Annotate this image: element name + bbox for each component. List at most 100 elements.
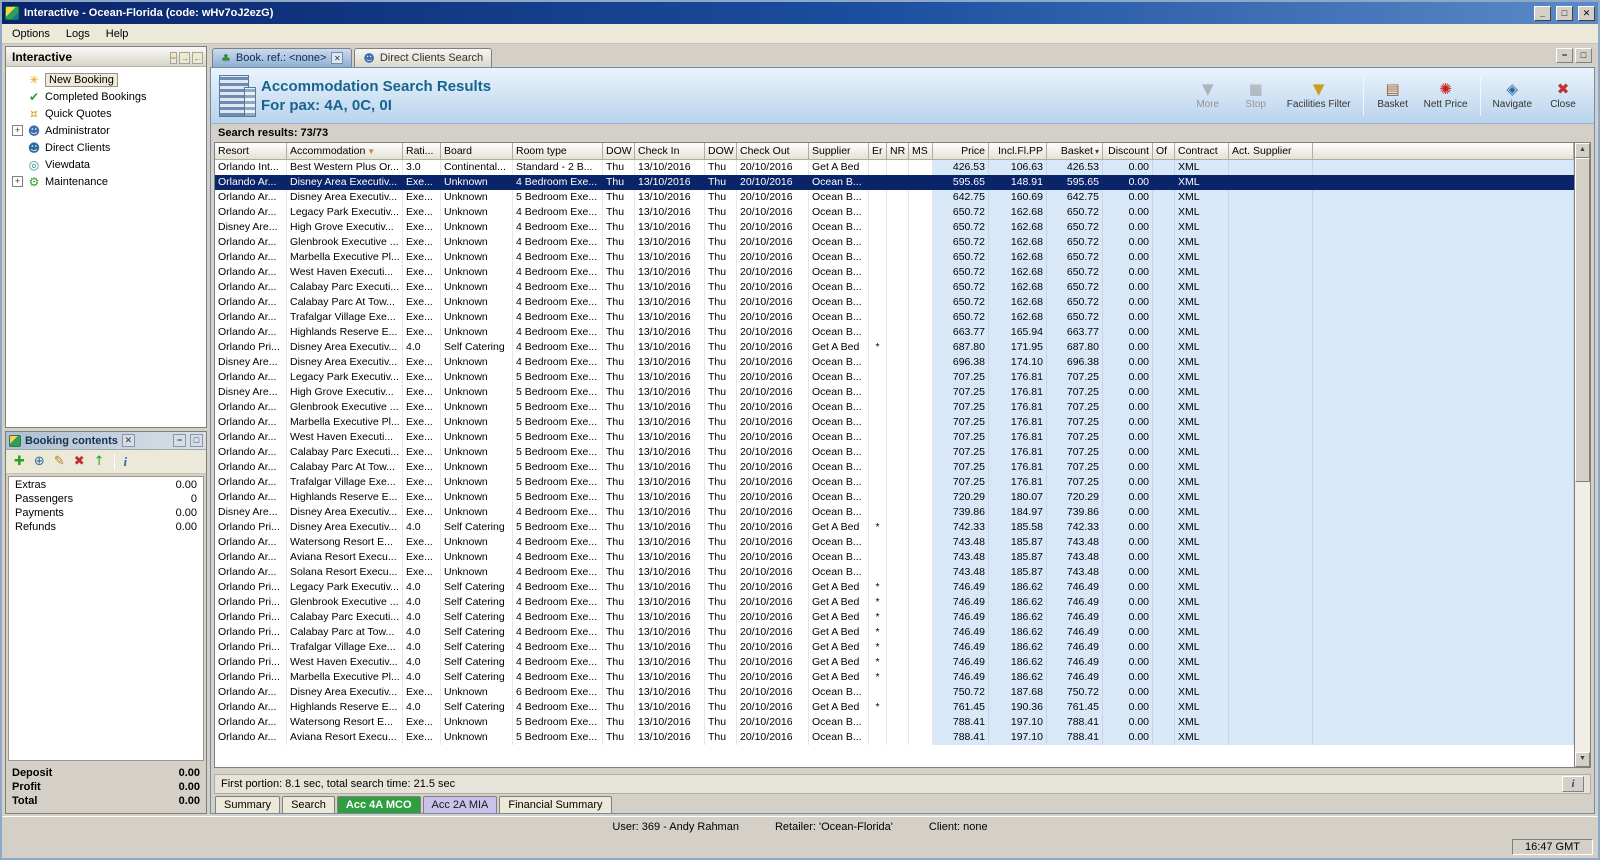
sidebar-item-quick-quotes[interactable]: ¤ Quick Quotes (8, 105, 204, 122)
tab-financial-summary[interactable]: Financial Summary (499, 796, 612, 813)
column-header-act-supplier[interactable]: Act. Supplier (1229, 143, 1313, 160)
dock-left-button[interactable]: ← (192, 51, 203, 64)
table-row[interactable]: Orlando Ar... Aviana Resort Execu... Exe..… (215, 730, 1574, 745)
table-row[interactable]: Orlando Pri... Glenbrook Executive ... 4.0… (215, 595, 1574, 610)
menu-options[interactable]: Options (4, 26, 58, 42)
column-header-incl-fl-pp[interactable]: Incl.Fl.PP (989, 143, 1047, 160)
table-row[interactable]: Orlando Ar... Glenbrook Executive ... Exe.… (215, 400, 1574, 415)
column-header-price[interactable]: Price (933, 143, 989, 160)
sidebar-item-administrator[interactable]: + ☻ Administrator (8, 122, 204, 139)
sidebar-item-direct-clients[interactable]: ☻ Direct Clients (8, 139, 204, 156)
booking-content-row[interactable]: Passengers 0 (9, 492, 203, 506)
tab-direct-clients-search[interactable]: ☻ Direct Clients Search (354, 48, 493, 67)
sidebar-item-completed-bookings[interactable]: ✔ Completed Bookings (8, 88, 204, 105)
navigate-button[interactable]: ◈ Navigate (1487, 73, 1538, 119)
table-row[interactable]: Orlando Int... Best Western Plus Or... 3.0… (215, 160, 1574, 175)
table-row[interactable]: Orlando Pri... Disney Area Executiv... 4.0… (215, 340, 1574, 355)
tab-summary[interactable]: Summary (215, 796, 281, 813)
scrollbar-track[interactable] (1575, 482, 1590, 752)
table-row[interactable]: Orlando Ar... Watersong Resort E... Exe...… (215, 535, 1574, 550)
table-row[interactable]: Orlando Ar... Calabay Parc At Tow... Exe..… (215, 460, 1574, 475)
table-row[interactable]: Orlando Ar... Calabay Parc At Tow... Exe..… (215, 295, 1574, 310)
table-row[interactable]: Disney Are... Disney Area Executiv... Exe.… (215, 505, 1574, 520)
menu-logs[interactable]: Logs (58, 26, 98, 42)
column-header-ms[interactable]: MS (909, 143, 933, 160)
scrollbar-thumb[interactable] (1575, 158, 1590, 483)
maximize-booking-contents-button[interactable]: □ (190, 434, 203, 447)
menu-help[interactable]: Help (98, 26, 137, 42)
table-row[interactable]: Disney Are... Disney Area Executiv... Exe.… (215, 355, 1574, 370)
table-row[interactable]: Orlando Ar... Legacy Park Executiv... Exe.… (215, 205, 1574, 220)
upgrade-icon[interactable]: ↑ (94, 453, 105, 471)
delete-icon[interactable]: ✖ (74, 453, 85, 471)
table-row[interactable]: Orlando Pri... Calabay Parc at Tow... 4.0 S… (215, 625, 1574, 640)
column-header-of[interactable]: Of (1153, 143, 1175, 160)
sidebar-item-maintenance[interactable]: + ⚙ Maintenance (8, 173, 204, 190)
restore-panel-button[interactable]: □ (1575, 48, 1592, 63)
scroll-up-icon[interactable]: ▲ (1575, 143, 1590, 158)
column-header-contract[interactable]: Contract (1175, 143, 1229, 160)
info-button[interactable]: i (1562, 776, 1584, 792)
table-row[interactable]: Orlando Ar... Trafalgar Village Exe... Exe… (215, 475, 1574, 490)
vertical-scrollbar[interactable]: ▲ ▼ (1574, 143, 1590, 767)
table-row[interactable]: Orlando Ar... Disney Area Executiv... Exe.… (215, 175, 1574, 190)
table-row[interactable]: Orlando Ar... Marbella Executive Pl... Exe… (215, 250, 1574, 265)
table-row[interactable]: Orlando Pri... Calabay Parc Executi... 4.0… (215, 610, 1574, 625)
sidebar-item-viewdata[interactable]: ◎ Viewdata (8, 156, 204, 173)
minimize-booking-contents-button[interactable]: − (173, 434, 186, 447)
nett-price-button[interactable]: ✺ Nett Price (1418, 73, 1474, 119)
booking-content-row[interactable]: Extras 0.00 (9, 478, 203, 492)
table-row[interactable]: Orlando Ar... Watersong Resort E... Exe...… (215, 715, 1574, 730)
close-booking-contents-icon[interactable]: ✕ (121, 434, 135, 447)
column-header-board[interactable]: Board (441, 143, 513, 160)
column-header-check-in[interactable]: Check In (635, 143, 705, 160)
edit-icon[interactable]: ✎ (54, 453, 65, 471)
table-row[interactable]: Orlando Ar... Highlands Reserve E... Exe..… (215, 490, 1574, 505)
table-row[interactable]: Orlando Ar... Legacy Park Executiv... Exe.… (215, 370, 1574, 385)
table-row[interactable]: Disney Are... High Grove Executiv... Exe..… (215, 220, 1574, 235)
scroll-down-icon[interactable]: ▼ (1575, 752, 1590, 767)
column-header-room-type[interactable]: Room type (513, 143, 603, 160)
dock-right-button[interactable]: → (179, 51, 190, 64)
column-header-accommodation[interactable]: Accommodation ▼ (287, 143, 403, 160)
table-row[interactable]: Orlando Ar... Trafalgar Village Exe... Exe… (215, 310, 1574, 325)
basket-button[interactable]: ▤ Basket (1370, 73, 1416, 119)
booking-content-row[interactable]: Refunds 0.00 (9, 520, 203, 534)
table-row[interactable]: Orlando Pri... West Haven Executiv... 4.0 S… (215, 655, 1574, 670)
facilities-filter-button[interactable]: ▼ Facilities Filter (1281, 73, 1357, 119)
close-window-button[interactable]: ✕ (1578, 5, 1595, 21)
table-row[interactable]: Orlando Ar... Highlands Reserve E... 4.0 Se… (215, 700, 1574, 715)
table-row[interactable]: Orlando Ar... Aviana Resort Execu... Exe..… (215, 550, 1574, 565)
column-header-rati[interactable]: Rati... (403, 143, 441, 160)
column-header-check-out[interactable]: Check Out (737, 143, 809, 160)
table-row[interactable]: Orlando Ar... Highlands Reserve E... Exe..… (215, 325, 1574, 340)
expand-icon[interactable]: + (12, 125, 23, 136)
table-row[interactable]: Orlando Ar... West Haven Executi... Exe...… (215, 265, 1574, 280)
sidebar-item-new-booking[interactable]: ✳ New Booking (8, 71, 204, 88)
booking-content-row[interactable]: Payments 0.00 (9, 506, 203, 520)
table-row[interactable]: Orlando Ar... Disney Area Executiv... Exe.… (215, 685, 1574, 700)
tab-book-ref-none[interactable]: ♣ Book. ref.: <none> ✕ (212, 48, 353, 67)
expand-icon[interactable]: + (12, 176, 23, 187)
column-header-resort[interactable]: Resort (215, 143, 287, 160)
table-row[interactable]: Orlando Ar... Calabay Parc Executi... Exe.… (215, 445, 1574, 460)
tab-search[interactable]: Search (282, 796, 335, 813)
table-row[interactable]: Orlando Pri... Disney Area Executiv... 4.0… (215, 520, 1574, 535)
tab-acc-4a-mco[interactable]: Acc 4A MCO (336, 796, 421, 813)
info-icon[interactable]: i (124, 453, 128, 471)
column-header-nr[interactable]: NR (887, 143, 909, 160)
table-row[interactable]: Orlando Pri... Marbella Executive Pl... 4.… (215, 670, 1574, 685)
tab-acc-2a-mia[interactable]: Acc 2A MIA (422, 796, 498, 813)
column-header-er[interactable]: Er (869, 143, 887, 160)
column-header-supplier[interactable]: Supplier (809, 143, 869, 160)
add-icon[interactable]: ✚ (14, 453, 25, 471)
maximize-button[interactable]: □ (1556, 5, 1573, 21)
table-row[interactable]: Orlando Ar... Calabay Parc Executi... Exe.… (215, 280, 1574, 295)
table-row[interactable]: Orlando Pri... Trafalgar Village Exe... 4.… (215, 640, 1574, 655)
table-row[interactable]: Orlando Ar... Disney Area Executiv... Exe.… (215, 190, 1574, 205)
column-header-dow[interactable]: DOW (603, 143, 635, 160)
table-row[interactable]: Orlando Ar... West Haven Executi... Exe...… (215, 430, 1574, 445)
collapse-panel-button[interactable]: − (169, 51, 177, 64)
column-header-basket[interactable]: Basket ▾ (1047, 143, 1103, 160)
filter-icon[interactable]: ▼ (367, 147, 375, 156)
